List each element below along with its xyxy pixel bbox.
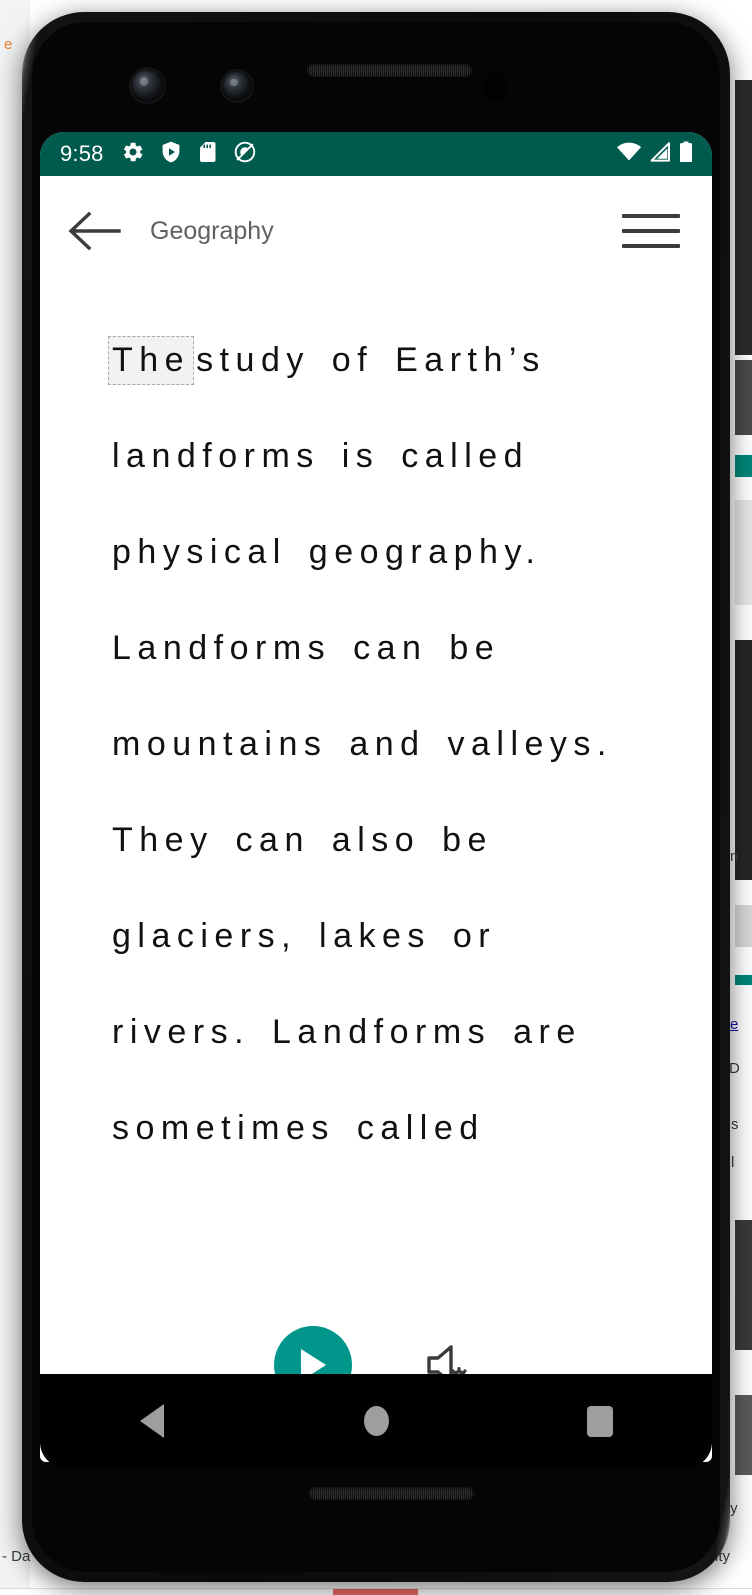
back-arrow-icon	[68, 211, 121, 251]
back-button[interactable]	[64, 200, 126, 262]
reader-paragraph[interactable]: The study of Earth’s landforms is called …	[108, 312, 678, 1176]
background-block-sep	[735, 905, 752, 947]
play-protect-shield-icon	[159, 140, 183, 169]
menu-line-2	[622, 229, 680, 233]
earpiece-speaker-grille	[307, 64, 472, 77]
background-block-mid	[735, 360, 752, 435]
background-text-n: n	[730, 848, 739, 865]
page-title: Geography	[150, 216, 274, 245]
phone-device-frame: 9:58 Geography The study of Earth’s land…	[22, 12, 730, 1582]
background-block-lower	[735, 640, 752, 880]
reader-line-5: mountains and valleys.	[112, 725, 613, 763]
background-text-l: l	[731, 1154, 735, 1171]
background-red-indicator	[333, 1589, 418, 1595]
background-text-d: D	[729, 1060, 740, 1077]
background-glyph-e: e	[4, 36, 13, 53]
tts-highlighted-word[interactable]: The	[108, 336, 195, 385]
app-bar: Geography	[40, 176, 712, 286]
reader-content-area[interactable]: The study of Earth’s landforms is called …	[40, 286, 712, 1294]
phone-bezel: 9:58 Geography The study of Earth’s land…	[32, 22, 720, 1572]
background-text-s: s	[731, 1116, 739, 1133]
reader-line-9: sometimes called	[112, 1109, 485, 1147]
proximity-sensor	[482, 72, 507, 102]
reader-line-3: physical geography.	[112, 533, 542, 571]
hamburger-menu-button[interactable]	[622, 206, 684, 256]
reader-line-2: landforms is called	[112, 437, 530, 475]
background-block-top	[735, 80, 752, 355]
cellular-signal-icon	[648, 140, 672, 169]
status-bar-left-icons	[121, 140, 257, 169]
front-camera-lens	[131, 69, 164, 102]
background-block-bottom2	[735, 1395, 752, 1475]
reader-line-4: Landforms can be	[112, 629, 501, 667]
background-block-bottom	[735, 1220, 752, 1350]
status-bar-clock: 9:58	[60, 141, 104, 166]
reader-line-7: glaciers, lakes or	[112, 917, 497, 955]
screen-record-icon	[233, 140, 257, 169]
sd-card-icon	[197, 140, 219, 169]
background-block-teal2	[735, 975, 752, 985]
background-text-da: - Da	[2, 1548, 31, 1565]
status-bar-right-icons	[616, 140, 694, 169]
reader-line-6: They can also be	[112, 821, 493, 859]
wifi-icon	[616, 140, 642, 169]
nav-home-button[interactable]	[338, 1388, 414, 1454]
nav-back-button[interactable]	[114, 1388, 190, 1454]
reader-line-8: rivers. Landforms are	[112, 1013, 582, 1051]
nav-recents-button[interactable]	[562, 1388, 638, 1454]
android-nav-bar	[40, 1374, 712, 1468]
background-link-fragment[interactable]: e	[730, 1016, 738, 1033]
front-camera-wide-lens	[222, 71, 252, 101]
background-block-teal	[735, 455, 752, 477]
settings-gear-icon	[121, 140, 145, 169]
nav-recents-square-icon	[587, 1405, 613, 1437]
menu-line-1	[622, 214, 680, 218]
phone-screen: 9:58 Geography The study of Earth’s land…	[40, 132, 712, 1462]
menu-line-3	[622, 244, 680, 248]
status-bar: 9:58	[40, 132, 712, 176]
reader-line-1: study of Earth’s	[196, 341, 546, 379]
nav-back-triangle-icon	[140, 1404, 164, 1438]
background-block-grey	[735, 500, 752, 605]
bottom-speaker-grille	[309, 1487, 474, 1500]
nav-home-circle-icon	[363, 1406, 389, 1436]
battery-icon	[678, 140, 694, 169]
